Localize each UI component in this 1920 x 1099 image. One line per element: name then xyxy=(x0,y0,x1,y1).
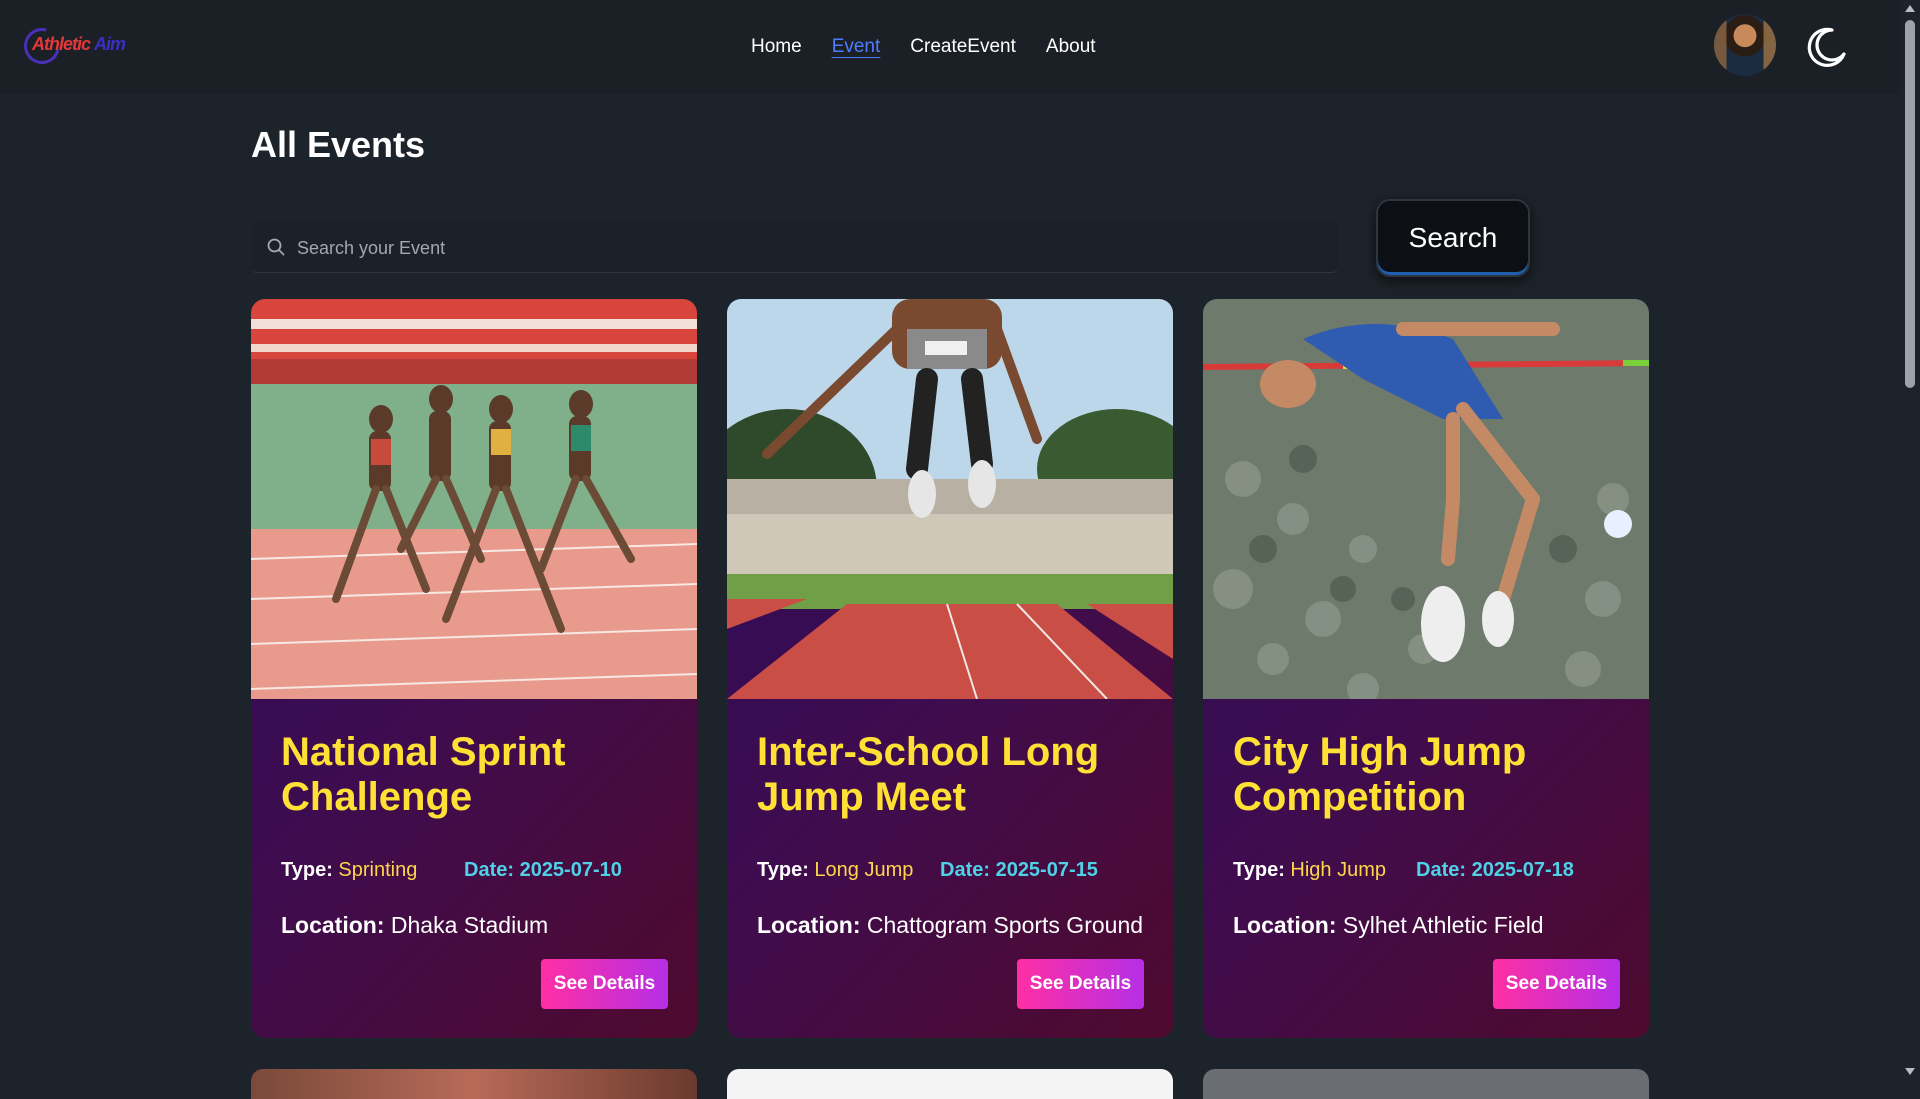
location-label: Location: xyxy=(1233,912,1337,938)
event-date: Date: 2025-07-15 xyxy=(940,859,1098,881)
location-label: Location: xyxy=(757,912,861,938)
see-details-button[interactable]: See Details xyxy=(1017,959,1144,1009)
type-label: Type: xyxy=(757,859,809,881)
logo[interactable]: Athletic Aim xyxy=(17,21,126,71)
event-title: National Sprint Challenge xyxy=(281,730,566,819)
location-value: Chattogram Sports Ground xyxy=(866,912,1144,938)
location-label: Location: xyxy=(281,912,385,938)
event-location: Location: Chattogram Sports Ground xyxy=(757,912,1143,939)
event-card: Inter-School Long Jump Meet Type: Long J… xyxy=(727,299,1173,1038)
avatar[interactable] xyxy=(1714,14,1776,76)
type-value: Sprinting xyxy=(338,859,418,881)
event-type: Type: Long Jump xyxy=(757,859,913,882)
event-card-partial xyxy=(727,1069,1173,1099)
event-title: Inter-School Long Jump Meet xyxy=(757,730,1100,819)
event-type: Type: High Jump xyxy=(1233,859,1386,882)
search-bar xyxy=(251,222,1338,274)
moon-icon[interactable] xyxy=(1802,24,1848,70)
see-details-button[interactable]: See Details xyxy=(1493,959,1620,1009)
nav-create-event[interactable]: CreateEvent xyxy=(910,36,1016,58)
logo-text-part2: Aim xyxy=(94,34,126,54)
sprint-event-image xyxy=(251,299,697,699)
page-title: All Events xyxy=(251,124,426,165)
event-title: City High Jump Competition xyxy=(1233,730,1527,819)
logo-text: Athletic Aim xyxy=(32,34,126,55)
navbar: Athletic Aim Home Event CreateEvent About xyxy=(0,0,1900,94)
event-date: Date: 2025-07-10 xyxy=(464,859,622,881)
event-location: Location: Sylhet Athletic Field xyxy=(1233,912,1544,939)
scroll-thumb[interactable] xyxy=(1905,20,1915,388)
type-label: Type: xyxy=(281,859,333,881)
high-jump-event-image xyxy=(1203,299,1649,699)
location-value: Sylhet Athletic Field xyxy=(1342,912,1544,938)
event-location: Location: Dhaka Stadium xyxy=(281,912,548,939)
event-card: National Sprint Challenge Type: Sprintin… xyxy=(251,299,697,1038)
nav-home[interactable]: Home xyxy=(751,36,802,58)
logo-text-part1: Athletic xyxy=(32,34,91,54)
long-jump-event-image xyxy=(727,299,1173,699)
search-button[interactable]: Search xyxy=(1376,199,1530,277)
search-input[interactable] xyxy=(295,222,1329,274)
scroll-up-arrow-icon[interactable] xyxy=(1905,5,1915,12)
event-card-partial xyxy=(1203,1069,1649,1099)
type-value: High Jump xyxy=(1290,859,1387,881)
nav-about[interactable]: About xyxy=(1046,36,1096,58)
location-value: Dhaka Stadium xyxy=(390,912,549,938)
search-icon xyxy=(267,238,285,256)
event-card-partial xyxy=(251,1069,697,1099)
nav-event[interactable]: Event xyxy=(832,36,881,58)
event-card: City High Jump Competition Type: High Ju… xyxy=(1203,299,1649,1038)
event-date: Date: 2025-07-18 xyxy=(1416,859,1574,881)
event-type: Type: Sprinting xyxy=(281,859,417,882)
nav-links: Home Event CreateEvent About xyxy=(751,36,1096,58)
see-details-button[interactable]: See Details xyxy=(541,959,668,1009)
scrollbar[interactable] xyxy=(1900,0,1920,1080)
type-label: Type: xyxy=(1233,859,1285,881)
scroll-down-arrow-icon[interactable] xyxy=(1905,1068,1915,1075)
type-value: Long Jump xyxy=(814,859,914,881)
